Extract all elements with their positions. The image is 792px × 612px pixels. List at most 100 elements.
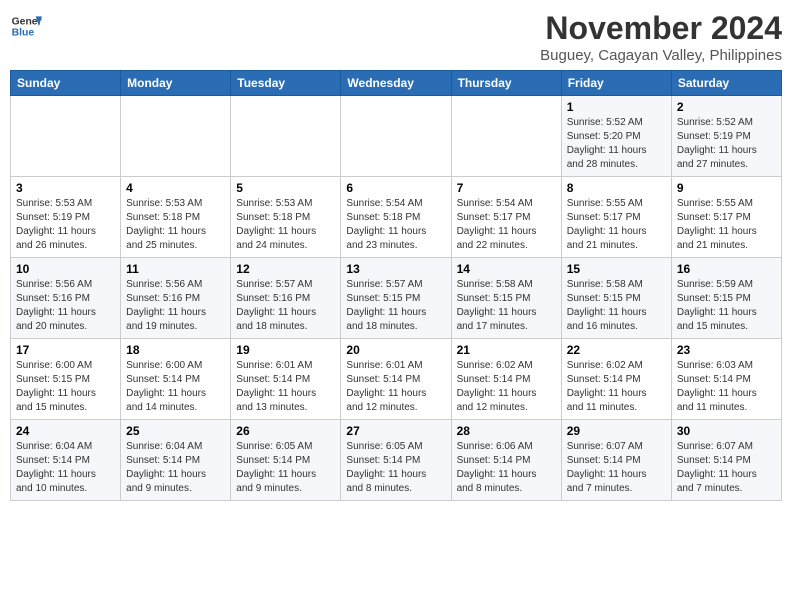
- calendar-cell: 15 Sunrise: 5:58 AM Sunset: 5:15 PM Dayli…: [561, 258, 671, 339]
- day-number: 28: [457, 424, 556, 438]
- calendar-cell: 30 Sunrise: 6:07 AM Sunset: 5:14 PM Dayli…: [671, 420, 781, 501]
- header-row: SundayMondayTuesdayWednesdayThursdayFrid…: [11, 71, 782, 96]
- day-info: Sunrise: 5:53 AM Sunset: 5:19 PM Dayligh…: [16, 197, 115, 253]
- calendar-cell: 19Sunrise: 6:01 AM Sunset: 5:14 PM Dayli…: [231, 339, 341, 420]
- main-title: November 2024: [540, 10, 782, 47]
- day-number: 15: [567, 262, 666, 276]
- day-number: 14: [457, 262, 556, 276]
- calendar-cell: [121, 96, 231, 177]
- day-number: 25: [126, 424, 225, 438]
- day-info: Sunrise: 6:01 AM Sunset: 5:14 PM Dayligh…: [236, 359, 335, 415]
- day-info: Sunrise: 6:00 AM Sunset: 5:14 PM Dayligh…: [126, 359, 225, 415]
- calendar-cell: 17 Sunrise: 6:00 AM Sunset: 5:15 PM Dayli…: [11, 339, 121, 420]
- day-number: 7: [457, 181, 556, 195]
- week-row-1: 3 Sunrise: 5:53 AM Sunset: 5:19 PM Daylig…: [11, 177, 782, 258]
- day-info: Sunrise: 5:52 AM Sunset: 5:19 PM Dayligh…: [677, 116, 776, 172]
- calendar-cell: [451, 96, 561, 177]
- col-header-sunday: Sunday: [11, 71, 121, 96]
- calendar-cell: 7 Sunrise: 5:54 AM Sunset: 5:17 PM Daylig…: [451, 177, 561, 258]
- week-row-3: 17 Sunrise: 6:00 AM Sunset: 5:15 PM Dayli…: [11, 339, 782, 420]
- calendar-cell: 5 Sunrise: 5:53 AM Sunset: 5:18 PM Daylig…: [231, 177, 341, 258]
- week-row-2: 10 Sunrise: 5:56 AM Sunset: 5:16 PM Dayli…: [11, 258, 782, 339]
- day-number: 3: [16, 181, 115, 195]
- day-number: 1: [567, 100, 666, 114]
- col-header-tuesday: Tuesday: [231, 71, 341, 96]
- calendar-cell: 2 Sunrise: 5:52 AM Sunset: 5:19 PM Daylig…: [671, 96, 781, 177]
- calendar-cell: [231, 96, 341, 177]
- day-info: Sunrise: 6:05 AM Sunset: 5:14 PM Dayligh…: [236, 440, 335, 496]
- logo: General Blue: [10, 10, 42, 42]
- day-number: 16: [677, 262, 776, 276]
- calendar-cell: 6 Sunrise: 5:54 AM Sunset: 5:18 PM Daylig…: [341, 177, 451, 258]
- day-info: Sunrise: 6:00 AM Sunset: 5:15 PM Dayligh…: [16, 359, 115, 415]
- day-number: 26: [236, 424, 335, 438]
- day-number: 30: [677, 424, 776, 438]
- day-number: 22: [567, 343, 666, 357]
- calendar-cell: 8Sunrise: 5:55 AM Sunset: 5:17 PM Daylig…: [561, 177, 671, 258]
- calendar-cell: 27Sunrise: 6:05 AM Sunset: 5:14 PM Dayli…: [341, 420, 451, 501]
- day-info: Sunrise: 5:54 AM Sunset: 5:18 PM Dayligh…: [346, 197, 445, 253]
- calendar-cell: 12Sunrise: 5:57 AM Sunset: 5:16 PM Dayli…: [231, 258, 341, 339]
- day-number: 9: [677, 181, 776, 195]
- day-number: 23: [677, 343, 776, 357]
- calendar-cell: 24 Sunrise: 6:04 AM Sunset: 5:14 PM Dayli…: [11, 420, 121, 501]
- calendar-cell: 21 Sunrise: 6:02 AM Sunset: 5:14 PM Dayli…: [451, 339, 561, 420]
- day-info: Sunrise: 5:53 AM Sunset: 5:18 PM Dayligh…: [236, 197, 335, 253]
- col-header-thursday: Thursday: [451, 71, 561, 96]
- day-number: 10: [16, 262, 115, 276]
- day-number: 6: [346, 181, 445, 195]
- day-info: Sunrise: 6:01 AM Sunset: 5:14 PM Dayligh…: [346, 359, 445, 415]
- day-info: Sunrise: 5:58 AM Sunset: 5:15 PM Dayligh…: [567, 278, 666, 334]
- day-number: 13: [346, 262, 445, 276]
- calendar-cell: [11, 96, 121, 177]
- day-info: Sunrise: 5:55 AM Sunset: 5:17 PM Dayligh…: [677, 197, 776, 253]
- col-header-wednesday: Wednesday: [341, 71, 451, 96]
- calendar-cell: 28 Sunrise: 6:06 AM Sunset: 5:14 PM Dayli…: [451, 420, 561, 501]
- day-info: Sunrise: 5:52 AM Sunset: 5:20 PM Dayligh…: [567, 116, 666, 172]
- calendar-cell: 13Sunrise: 5:57 AM Sunset: 5:15 PM Dayli…: [341, 258, 451, 339]
- day-info: Sunrise: 5:56 AM Sunset: 5:16 PM Dayligh…: [16, 278, 115, 334]
- calendar-cell: 3 Sunrise: 5:53 AM Sunset: 5:19 PM Daylig…: [11, 177, 121, 258]
- day-info: Sunrise: 5:57 AM Sunset: 5:16 PM Dayligh…: [236, 278, 335, 334]
- day-number: 29: [567, 424, 666, 438]
- day-number: 8: [567, 181, 666, 195]
- day-number: 4: [126, 181, 225, 195]
- week-row-4: 24 Sunrise: 6:04 AM Sunset: 5:14 PM Dayli…: [11, 420, 782, 501]
- calendar-cell: 22 Sunrise: 6:02 AM Sunset: 5:14 PM Dayli…: [561, 339, 671, 420]
- day-number: 2: [677, 100, 776, 114]
- day-number: 24: [16, 424, 115, 438]
- week-row-0: 1 Sunrise: 5:52 AM Sunset: 5:20 PM Daylig…: [11, 96, 782, 177]
- calendar-cell: 25 Sunrise: 6:04 AM Sunset: 5:14 PM Dayli…: [121, 420, 231, 501]
- calendar-cell: 10 Sunrise: 5:56 AM Sunset: 5:16 PM Dayli…: [11, 258, 121, 339]
- calendar-cell: 20 Sunrise: 6:01 AM Sunset: 5:14 PM Dayli…: [341, 339, 451, 420]
- day-info: Sunrise: 6:03 AM Sunset: 5:14 PM Dayligh…: [677, 359, 776, 415]
- day-info: Sunrise: 6:02 AM Sunset: 5:14 PM Dayligh…: [567, 359, 666, 415]
- day-number: 5: [236, 181, 335, 195]
- day-info: Sunrise: 5:58 AM Sunset: 5:15 PM Dayligh…: [457, 278, 556, 334]
- page-header: General Blue November 2024 Buguey, Cagay…: [10, 10, 782, 64]
- day-info: Sunrise: 5:59 AM Sunset: 5:15 PM Dayligh…: [677, 278, 776, 334]
- col-header-friday: Friday: [561, 71, 671, 96]
- day-info: Sunrise: 6:06 AM Sunset: 5:14 PM Dayligh…: [457, 440, 556, 496]
- calendar-cell: 16 Sunrise: 5:59 AM Sunset: 5:15 PM Dayli…: [671, 258, 781, 339]
- day-info: Sunrise: 6:04 AM Sunset: 5:14 PM Dayligh…: [16, 440, 115, 496]
- logo-icon: General Blue: [10, 10, 42, 42]
- calendar-cell: 18Sunrise: 6:00 AM Sunset: 5:14 PM Dayli…: [121, 339, 231, 420]
- calendar-cell: 14 Sunrise: 5:58 AM Sunset: 5:15 PM Dayli…: [451, 258, 561, 339]
- day-info: Sunrise: 6:04 AM Sunset: 5:14 PM Dayligh…: [126, 440, 225, 496]
- calendar-cell: 11Sunrise: 5:56 AM Sunset: 5:16 PM Dayli…: [121, 258, 231, 339]
- day-number: 20: [346, 343, 445, 357]
- day-info: Sunrise: 6:07 AM Sunset: 5:14 PM Dayligh…: [677, 440, 776, 496]
- day-number: 21: [457, 343, 556, 357]
- subtitle: Buguey, Cagayan Valley, Philippines: [540, 47, 782, 64]
- calendar-cell: 4Sunrise: 5:53 AM Sunset: 5:18 PM Daylig…: [121, 177, 231, 258]
- day-info: Sunrise: 6:07 AM Sunset: 5:14 PM Dayligh…: [567, 440, 666, 496]
- day-number: 17: [16, 343, 115, 357]
- day-number: 27: [346, 424, 445, 438]
- svg-text:Blue: Blue: [12, 28, 35, 39]
- day-info: Sunrise: 5:54 AM Sunset: 5:17 PM Dayligh…: [457, 197, 556, 253]
- day-info: Sunrise: 6:02 AM Sunset: 5:14 PM Dayligh…: [457, 359, 556, 415]
- calendar-cell: 9 Sunrise: 5:55 AM Sunset: 5:17 PM Daylig…: [671, 177, 781, 258]
- calendar-cell: 29 Sunrise: 6:07 AM Sunset: 5:14 PM Dayli…: [561, 420, 671, 501]
- title-area: November 2024 Buguey, Cagayan Valley, Ph…: [540, 10, 782, 64]
